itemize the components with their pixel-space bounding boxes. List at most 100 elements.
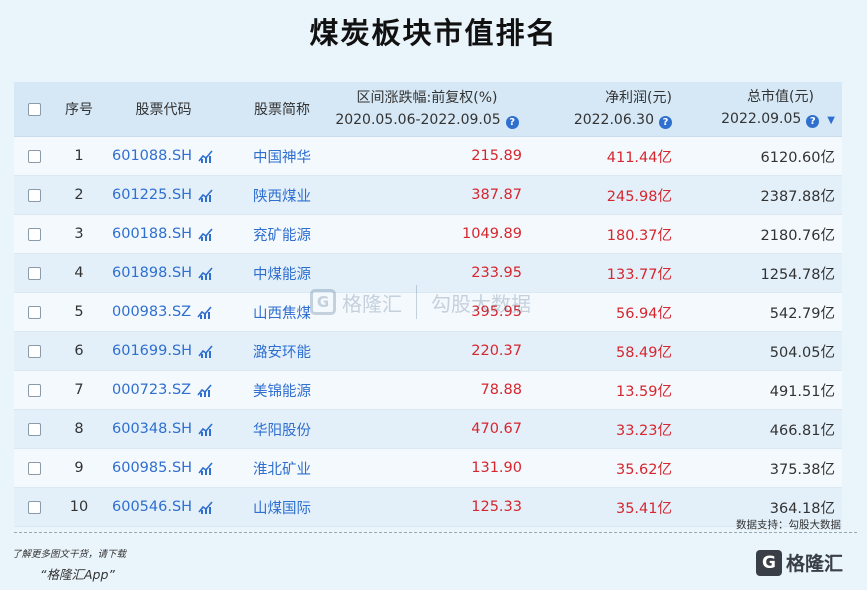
stock-name-link[interactable]: 陕西煤业 <box>253 185 311 206</box>
row-profit: 33.23亿 <box>615 422 672 439</box>
row-select-cell <box>24 449 44 487</box>
stock-code-link[interactable]: 601225.SH <box>112 187 192 203</box>
trend-chart-icon[interactable] <box>198 266 214 280</box>
stock-code-link[interactable]: 601898.SH <box>112 265 192 281</box>
table-row[interactable]: 7 000723.SZ 美锦能源 78.88 13.59亿 491.51亿 <box>14 371 842 410</box>
table-row[interactable]: 4 601898.SH 中煤能源 233.95 133.77亿 1254.78亿 <box>14 254 842 293</box>
trend-chart-icon[interactable] <box>197 383 213 397</box>
table-row[interactable]: 5 000983.SZ 山西焦煤 395.95 56.94亿 542.79亿 <box>14 293 842 332</box>
row-change: 233.95 <box>471 265 522 281</box>
table-row[interactable]: 9 600985.SH 淮北矿业 131.90 35.62亿 375.38亿 <box>14 449 842 488</box>
row-code-cell: 600348.SH <box>106 410 227 448</box>
row-code-cell: 601225.SH <box>106 176 227 214</box>
row-checkbox[interactable] <box>27 227 41 241</box>
stock-name-link[interactable]: 中国神华 <box>253 146 311 167</box>
row-name-cell: 陕西煤业 <box>232 176 332 214</box>
row-code-cell: 600546.SH <box>106 488 227 526</box>
sort-desc-icon[interactable]: ▼ <box>827 115 835 126</box>
table-row[interactable]: 1 601088.SH 中国神华 215.89 411.44亿 6120.60亿 <box>14 137 842 176</box>
row-no: 9 <box>74 460 84 476</box>
data-source: 数据支持：勾股大数据 <box>736 519 841 531</box>
row-no: 3 <box>74 226 84 242</box>
row-change: 215.89 <box>471 148 522 164</box>
row-select-cell <box>24 254 44 292</box>
stock-code-link[interactable]: 600546.SH <box>112 499 192 515</box>
stock-code-link[interactable]: 000983.SZ <box>112 304 191 320</box>
stock-code-link[interactable]: 600188.SH <box>112 226 192 242</box>
stock-name-link[interactable]: 山西焦煤 <box>253 302 311 323</box>
table-row[interactable]: 2 601225.SH 陕西煤业 387.87 245.98亿 2387.88亿 <box>14 176 842 215</box>
row-profit: 58.49亿 <box>615 344 672 361</box>
table-row[interactable]: 10 600546.SH 山煤国际 125.33 35.41亿 364.18亿 <box>14 488 842 527</box>
row-market-cap: 2180.76亿 <box>760 227 835 244</box>
row-market-cap: 375.38亿 <box>769 461 835 478</box>
row-checkbox[interactable] <box>27 266 41 280</box>
stock-name-link[interactable]: 华阳股份 <box>253 419 311 440</box>
row-checkbox[interactable] <box>27 305 41 319</box>
row-checkbox[interactable] <box>27 344 41 358</box>
help-icon[interactable]: ? <box>505 116 519 129</box>
stock-code-link[interactable]: 601088.SH <box>112 148 192 164</box>
row-no: 4 <box>74 265 84 281</box>
table-row[interactable]: 8 600348.SH 华阳股份 470.67 33.23亿 466.81亿 <box>14 410 842 449</box>
row-market-cap: 2387.88亿 <box>760 188 835 205</box>
table-row[interactable]: 3 600188.SH 兖矿能源 1049.89 180.37亿 2180.76亿 <box>14 215 842 254</box>
trend-chart-icon[interactable] <box>198 149 214 163</box>
trend-chart-icon[interactable] <box>198 500 214 514</box>
row-no: 6 <box>74 343 84 359</box>
page-title: 煤炭板块市值排名 <box>309 16 558 50</box>
row-no: 8 <box>74 421 84 437</box>
row-name-cell: 中国神华 <box>232 137 332 175</box>
row-checkbox[interactable] <box>27 383 41 397</box>
stock-name-link[interactable]: 潞安环能 <box>253 341 311 362</box>
stock-code-link[interactable]: 601699.SH <box>112 343 192 359</box>
header-change-range: 2020.05.06-2022.09.05 <box>335 112 501 128</box>
help-icon[interactable]: ? <box>806 115 820 128</box>
header-change[interactable]: 区间涨跌幅:前复权(%) 2020.05.06-2022.09.05? <box>332 82 522 136</box>
table-row[interactable]: 6 601699.SH 潞安环能 220.37 58.49亿 504.05亿 <box>14 332 842 371</box>
row-no: 7 <box>74 382 84 398</box>
trend-chart-icon[interactable] <box>198 461 214 475</box>
row-change: 78.88 <box>480 382 522 398</box>
row-market-cap: 542.79亿 <box>769 305 835 322</box>
trend-chart-icon[interactable] <box>198 188 214 202</box>
row-no: 5 <box>74 304 84 320</box>
stock-name-link[interactable]: 山煤国际 <box>253 497 311 518</box>
stock-code-link[interactable]: 600985.SH <box>112 460 192 476</box>
row-no: 1 <box>74 148 84 164</box>
row-name-cell: 潞安环能 <box>232 332 332 370</box>
stock-name-link[interactable]: 中煤能源 <box>253 263 311 284</box>
stock-code-link[interactable]: 600348.SH <box>112 421 192 437</box>
stock-name-link[interactable]: 淮北矿业 <box>253 458 311 479</box>
help-icon[interactable]: ? <box>659 116 672 129</box>
row-checkbox[interactable] <box>27 461 41 475</box>
header-profit[interactable]: 净利润(元) 2022.06.30? <box>522 82 672 136</box>
trend-chart-icon[interactable] <box>198 422 214 436</box>
select-all-checkbox[interactable] <box>27 102 41 116</box>
stock-code-link[interactable]: 000723.SZ <box>112 382 191 398</box>
trend-chart-icon[interactable] <box>197 305 213 319</box>
row-profit: 411.44亿 <box>606 149 672 166</box>
header-no: 序号 <box>65 102 93 118</box>
header-profit-date: 2022.06.30 <box>573 112 654 128</box>
trend-chart-icon[interactable] <box>198 344 214 358</box>
row-checkbox[interactable] <box>27 149 41 163</box>
stock-name-link[interactable]: 兖矿能源 <box>253 224 311 245</box>
row-profit: 35.62亿 <box>615 461 672 478</box>
row-change: 387.87 <box>471 187 522 203</box>
row-code-cell: 000983.SZ <box>106 293 227 331</box>
row-profit: 35.41亿 <box>615 500 672 517</box>
header-name: 股票简称 <box>254 102 310 118</box>
row-market-cap: 466.81亿 <box>769 422 835 439</box>
row-code-cell: 600188.SH <box>106 215 227 253</box>
row-checkbox[interactable] <box>27 422 41 436</box>
row-name-cell: 华阳股份 <box>232 410 332 448</box>
stock-name-link[interactable]: 美锦能源 <box>253 380 311 401</box>
row-checkbox[interactable] <box>27 188 41 202</box>
row-name-cell: 兖矿能源 <box>232 215 332 253</box>
header-market-cap[interactable]: 总市值(元) 2022.09.05? ▼ <box>672 82 835 136</box>
trend-chart-icon[interactable] <box>198 227 214 241</box>
header-profit-title: 净利润(元) <box>605 90 672 106</box>
row-checkbox[interactable] <box>27 500 41 514</box>
row-select-cell <box>24 137 44 175</box>
